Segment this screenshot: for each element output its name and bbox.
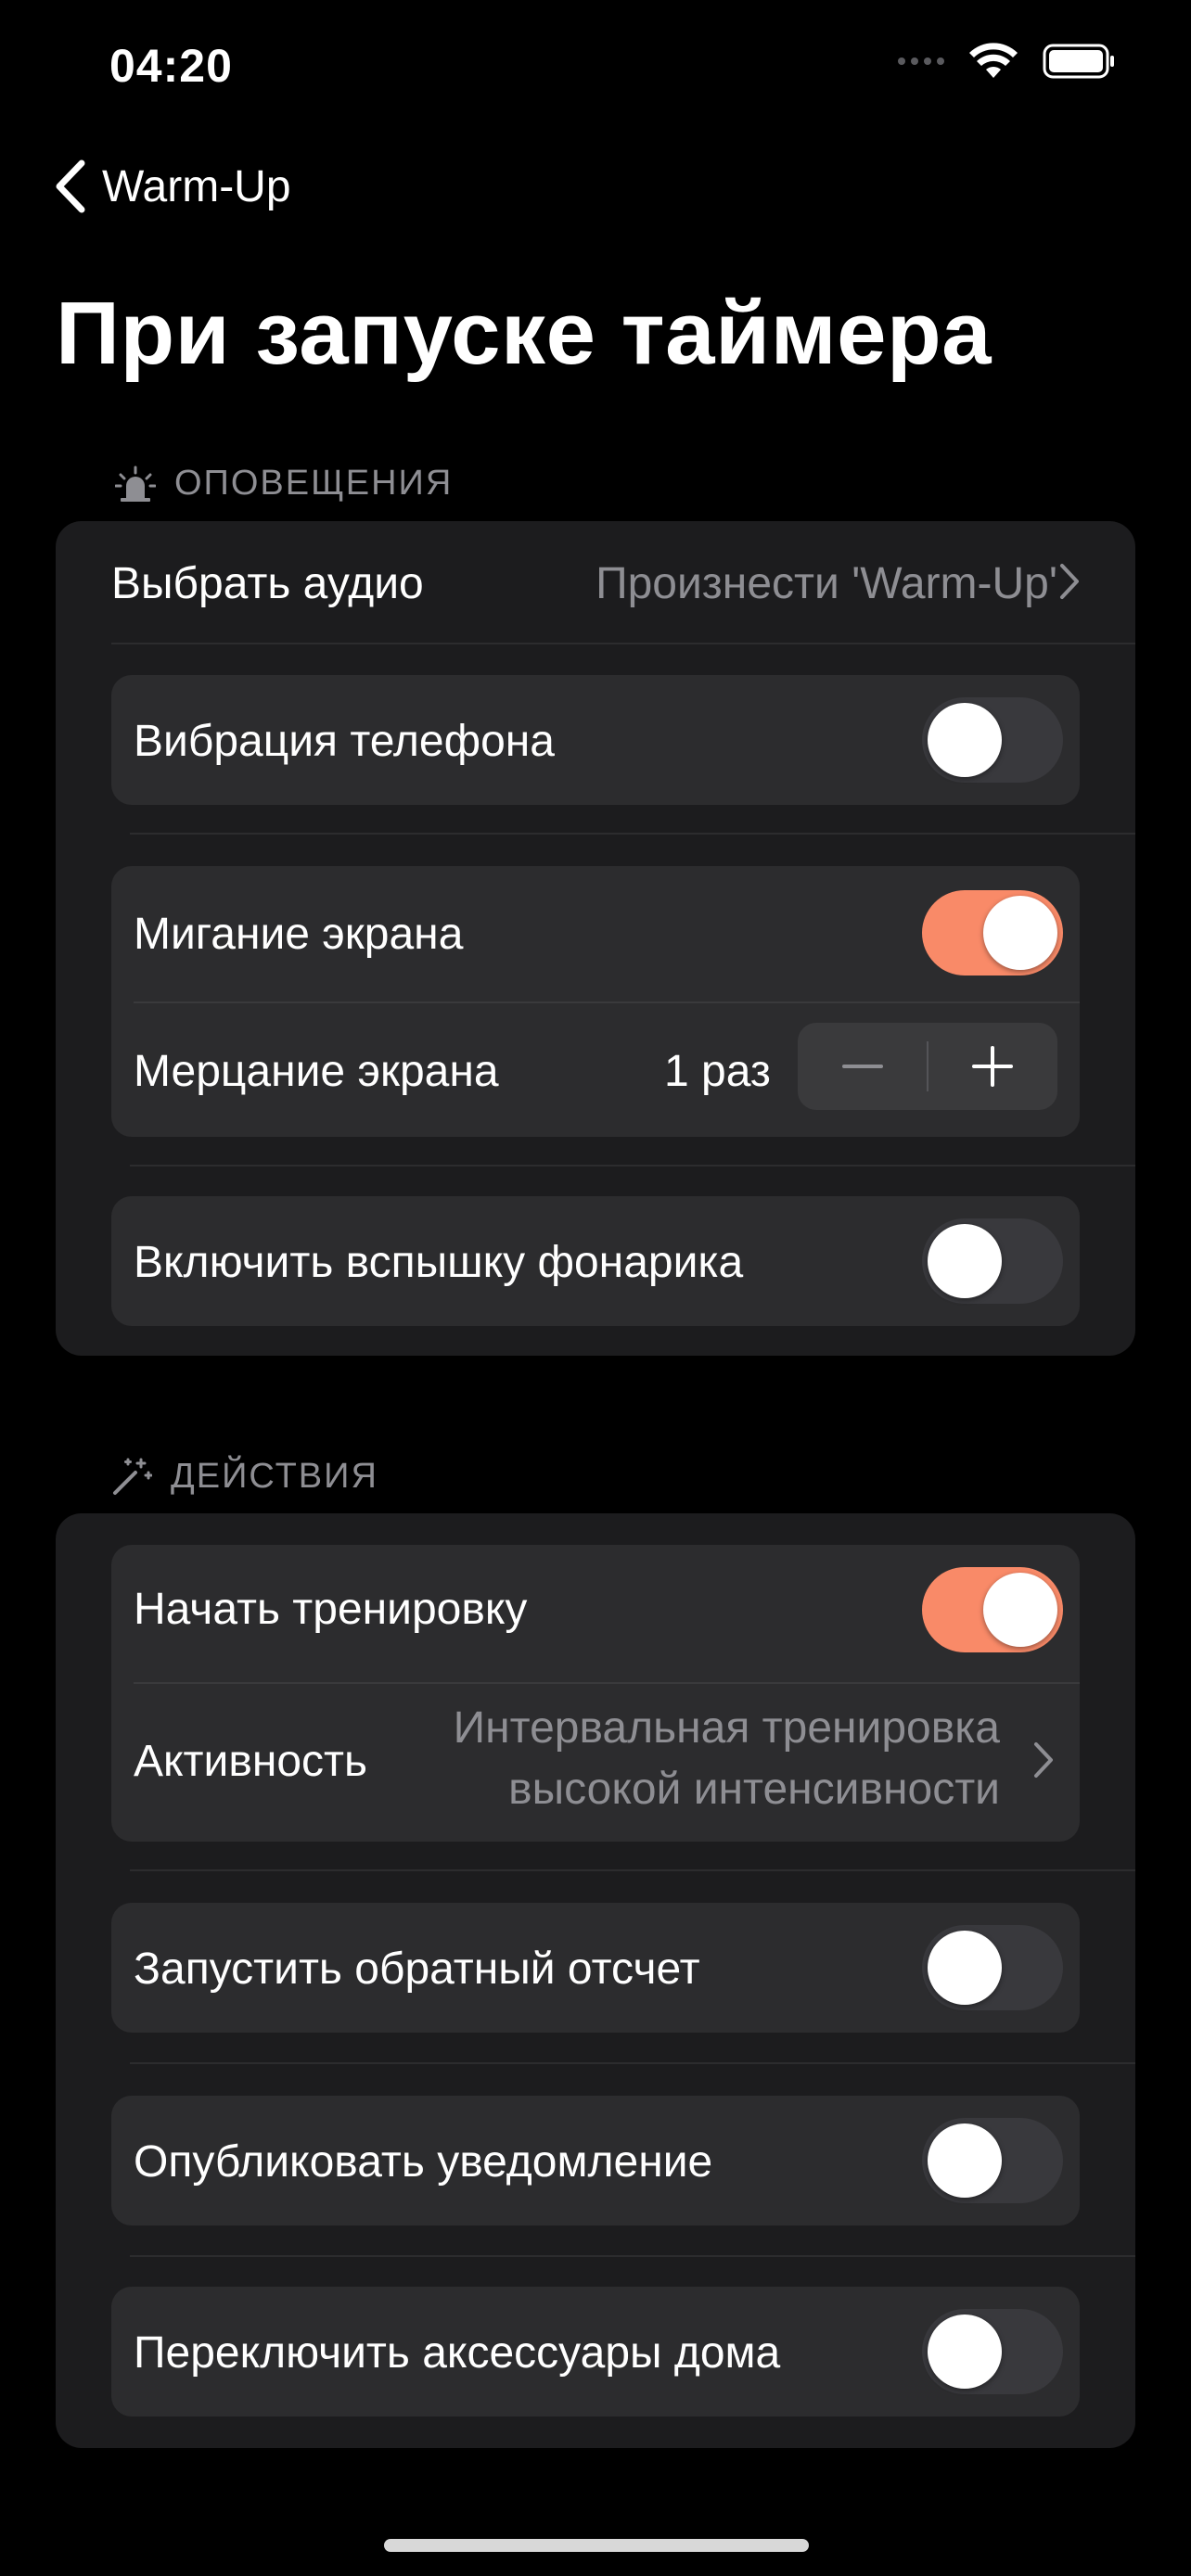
vibration-label: Вибрация телефона	[134, 717, 555, 766]
countdown-label: Запустить обратный отсчет	[134, 1945, 700, 1994]
divider	[130, 833, 1135, 835]
actions-card: Начать тренировку Активность Интервальна…	[56, 1513, 1135, 2448]
cellular-dots-icon	[898, 57, 944, 65]
plus-icon	[972, 1046, 1014, 1087]
siren-icon	[115, 465, 156, 502]
home-indicator	[384, 2539, 809, 2552]
start-workout-group: Начать тренировку Активность Интервальна…	[111, 1545, 1080, 1842]
notification-row: Опубликовать уведомление	[111, 2096, 1080, 2225]
toggle-knob	[928, 703, 1002, 777]
chevron-right-icon	[1034, 1742, 1053, 1778]
wifi-icon	[969, 43, 1018, 78]
divider	[130, 2062, 1135, 2064]
countdown-toggle[interactable]	[922, 1925, 1063, 2010]
back-label: Warm-Up	[102, 161, 291, 211]
magic-wand-icon	[113, 1458, 152, 1495]
chevron-left-icon	[56, 159, 85, 213]
flicker-stepper	[798, 1023, 1057, 1110]
section-title: ДЕЙСТВИЯ	[171, 1456, 378, 1496]
home-accessories-label: Переключить аксессуары дома	[134, 2328, 781, 2378]
home-accessories-toggle[interactable]	[922, 2309, 1063, 2394]
start-workout-toggle[interactable]	[922, 1567, 1063, 1652]
toggle-knob	[928, 1931, 1002, 2005]
stepper-minus-button[interactable]	[798, 1023, 927, 1110]
status-icons	[898, 43, 1117, 80]
divider	[130, 1869, 1135, 1871]
select-audio-row[interactable]: Выбрать аудио Произнести 'Warm-Up'	[56, 521, 1135, 644]
page-title: При запуске таймера	[56, 284, 992, 383]
toggle-knob	[928, 1224, 1002, 1298]
battery-icon	[1043, 44, 1114, 79]
flashlight-toggle[interactable]	[922, 1218, 1063, 1304]
screen-flash-toggle[interactable]	[922, 890, 1063, 976]
notifications-card: Выбрать аудио Произнести 'Warm-Up' Вибра…	[56, 521, 1135, 1356]
back-button[interactable]: Warm-Up	[54, 159, 291, 213]
stepper-plus-button[interactable]	[928, 1023, 1057, 1110]
flashlight-label: Включить вспышку фонарика	[134, 1238, 744, 1287]
screen-flash-label: Мигание экрана	[134, 910, 464, 959]
divider	[130, 1165, 1135, 1167]
screen: 04:20 Warm-Up При запуске таймера ОПОВЕЩ…	[0, 0, 1191, 2576]
section-header-notifications: ОПОВЕЩЕНИЯ	[115, 464, 453, 504]
screen-flash-group: Мигание экрана Мерцание экрана 1 раз	[111, 866, 1080, 1137]
screen-flicker-label: Мерцание экрана	[134, 1047, 499, 1096]
toggle-knob	[983, 1573, 1057, 1647]
notification-toggle[interactable]	[922, 2118, 1063, 2203]
divider	[130, 2255, 1135, 2257]
toggle-knob	[983, 896, 1057, 970]
section-title: ОПОВЕЩЕНИЯ	[174, 464, 454, 503]
vibration-toggle[interactable]	[922, 697, 1063, 783]
minus-icon	[841, 1065, 883, 1068]
toggle-knob	[928, 2315, 1002, 2389]
divider	[111, 643, 1135, 644]
activity-value-line1: Интервальная тренировка	[453, 1703, 1000, 1753]
activity-label: Активность	[134, 1737, 368, 1786]
screen-flicker-value: 1 раз	[664, 1047, 771, 1096]
chevron-right-icon	[1060, 564, 1079, 599]
toggle-knob	[928, 2123, 1002, 2198]
vibration-row: Вибрация телефона	[111, 675, 1080, 805]
section-header-actions: ДЕЙСТВИЯ	[111, 1456, 378, 1497]
flashlight-row: Включить вспышку фонарика	[111, 1196, 1080, 1326]
status-time: 04:20	[109, 40, 233, 92]
select-audio-label: Выбрать аудио	[111, 559, 424, 608]
activity-value-line2: высокой интенсивности	[508, 1765, 1000, 1814]
select-audio-value: Произнести 'Warm-Up'	[596, 559, 1057, 608]
countdown-row: Запустить обратный отсчет	[111, 1903, 1080, 2033]
activity-row[interactable]: Активность Интервальная тренировка высок…	[111, 1684, 1080, 1842]
start-workout-label: Начать тренировку	[134, 1585, 528, 1634]
notification-label: Опубликовать уведомление	[134, 2137, 713, 2187]
home-accessories-row: Переключить аксессуары дома	[111, 2287, 1080, 2417]
divider	[134, 1001, 1080, 1003]
